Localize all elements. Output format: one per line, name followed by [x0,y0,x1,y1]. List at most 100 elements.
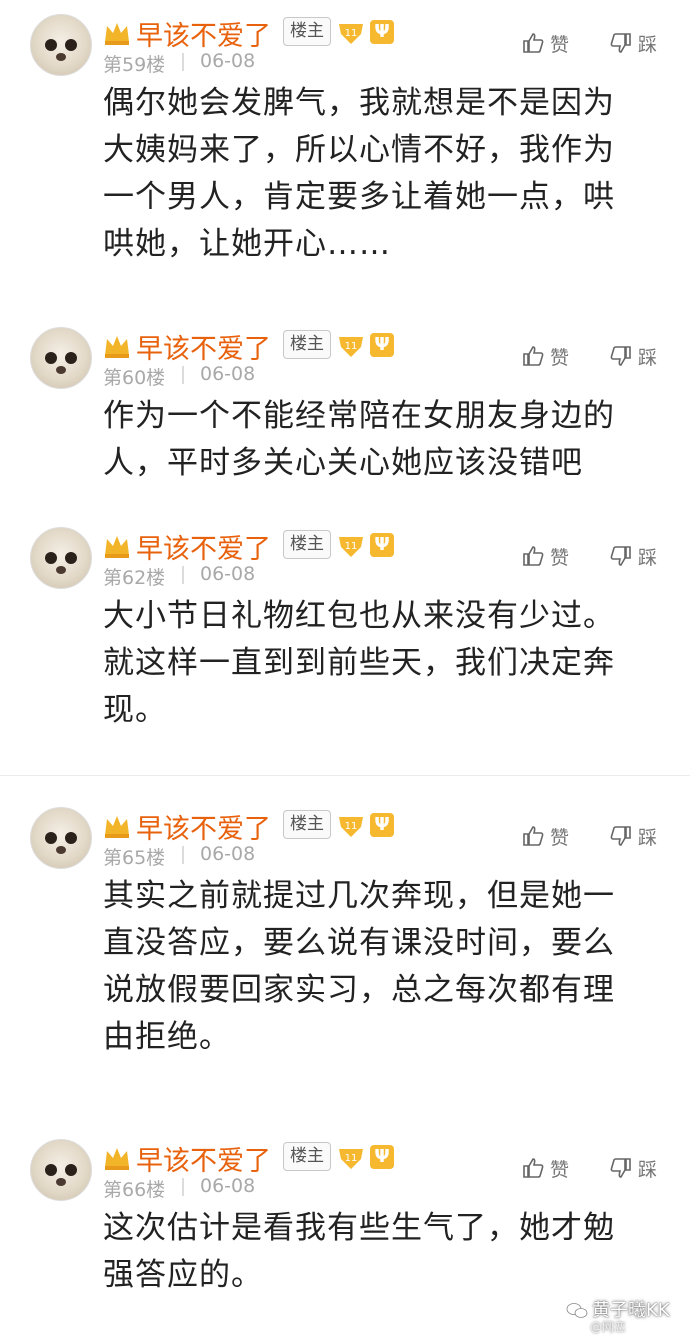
post-date: 06-08 [200,363,256,385]
op-badge: 楼主 [283,17,331,46]
like-label: 赞 [550,826,570,849]
content-line: 人，平时多关心关心她应该没错吧 [103,445,583,481]
content-line: 强答应的。 [103,1257,263,1293]
dislike-button[interactable]: 踩 [610,30,657,56]
crown-icon [105,23,129,45]
level-badge-icon: 11 [339,1149,363,1169]
like-label: 赞 [550,346,570,369]
section-divider [0,775,690,776]
crown-icon [105,816,129,838]
content-line: 偶尔她会发脾气，我就想是不是因为 [103,85,615,121]
post-65: 早该不爱了 楼主 11 Ψ 第65楼 06-08 赞 踩 其实之前就提过几次奔现… [0,793,690,1113]
username[interactable]: 早该不爱了 [136,14,271,53]
op-badge: 楼主 [283,1142,331,1171]
like-button[interactable]: 赞 [522,1155,569,1181]
svg-text:11: 11 [345,28,358,39]
svg-text:11: 11 [345,821,358,832]
content-line: 大小节日礼物红包也从来没有少过。 [103,598,615,634]
floor-number: 第60楼 [103,367,166,389]
dislike-label: 踩 [638,826,658,849]
floor-number: 第59楼 [103,54,166,76]
thumbs-down-icon [610,546,631,566]
thumbs-down-icon [610,1158,631,1178]
thumbs-up-icon [523,33,544,53]
crown-icon [105,536,129,558]
dislike-button[interactable]: 踩 [610,823,657,849]
content-line: 哄她，让她开心…… [103,226,391,262]
vip-icon: Ψ [370,333,394,357]
post-content: 这次估计是看我有些生气了，她才勉 强答应的。 [103,1205,663,1299]
post-60: 早该不爱了 楼主 11 Ψ 第60楼 06-08 赞 踩 作为一个不能经常陪在女… [0,313,690,513]
op-badge: 楼主 [283,810,331,839]
like-button[interactable]: 赞 [522,30,569,56]
avatar[interactable] [30,527,92,589]
floor-number: 第62楼 [103,567,166,589]
dislike-label: 踩 [638,546,658,569]
like-button[interactable]: 赞 [522,343,569,369]
vip-icon: Ψ [370,813,394,837]
avatar[interactable] [30,1139,92,1201]
post-content: 偶尔她会发脾气，我就想是不是因为 大姨妈来了，所以心情不好，我作为 一个男人，肯… [103,80,663,268]
content-line: 一个男人，肯定要多让着她一点，哄 [103,179,615,215]
post-date: 06-08 [200,50,256,72]
thumbs-up-icon [523,826,544,846]
avatar[interactable] [30,14,92,76]
post-date: 06-08 [200,563,256,585]
like-label: 赞 [550,546,570,569]
floor-number: 第66楼 [103,1179,166,1201]
post-content: 大小节日礼物红包也从来没有少过。 就这样一直到到前些天，我们决定奔 现。 [103,593,663,734]
vip-icon: Ψ [370,533,394,557]
op-badge: 楼主 [283,530,331,559]
username[interactable]: 早该不爱了 [136,1139,271,1178]
content-line: 现。 [103,692,167,728]
like-button[interactable]: 赞 [522,823,569,849]
thumbs-down-icon [610,33,631,53]
content-line: 说放假要回家实习，总之每次都有理 [103,972,615,1008]
floor-number: 第65楼 [103,847,166,869]
post-content: 作为一个不能经常陪在女朋友身边的 人，平时多关心关心她应该没错吧 [103,393,663,487]
level-badge-icon: 11 [339,537,363,557]
post-59: 早该不爱了 楼主 11 Ψ 第59楼 06-08 赞 踩 偶尔她会发脾气，我就想… [0,0,690,310]
dislike-label: 踩 [638,1158,658,1181]
crown-icon [105,1148,129,1170]
avatar[interactable] [30,327,92,389]
level-badge-icon: 11 [339,817,363,837]
content-line: 这次估计是看我有些生气了，她才勉 [103,1210,615,1246]
dislike-label: 踩 [638,33,658,56]
post-content: 其实之前就提过几次奔现，但是她一 直没答应，要么说有课没时间，要么 说放假要回家… [103,873,663,1061]
username[interactable]: 早该不爱了 [136,327,271,366]
post-date: 06-08 [200,1175,256,1197]
avatar[interactable] [30,807,92,869]
meta-divider [182,53,184,71]
content-line: 作为一个不能经常陪在女朋友身边的 [103,398,615,434]
like-label: 赞 [550,1158,570,1181]
content-line: 就这样一直到到前些天，我们决定奔 [103,645,615,681]
thumbs-down-icon [610,826,631,846]
like-label: 赞 [550,33,570,56]
dislike-button[interactable]: 踩 [610,543,657,569]
level-badge-icon: 11 [339,24,363,44]
dislike-button[interactable]: 踩 [610,1155,657,1181]
content-line: 直没答应，要么说有课没时间，要么 [103,925,615,961]
op-badge: 楼主 [283,330,331,359]
dislike-label: 踩 [638,346,658,369]
watermark: 黄子曦KK @网恋 [560,1296,670,1334]
svg-text:11: 11 [345,541,358,552]
post-date: 06-08 [200,843,256,865]
thumbs-down-icon [610,346,631,366]
svg-text:11: 11 [345,341,358,352]
crown-icon [105,336,129,358]
username[interactable]: 早该不爱了 [136,807,271,846]
meta-divider [182,1178,184,1196]
watermark-sub: @网恋 [590,1320,627,1334]
username[interactable]: 早该不爱了 [136,527,271,566]
vip-icon: Ψ [370,1145,394,1169]
thumbs-up-icon [523,1158,544,1178]
meta-divider [182,846,184,864]
vip-icon: Ψ [370,20,394,44]
content-line: 大姨妈来了，所以心情不好，我作为 [103,132,615,168]
like-button[interactable]: 赞 [522,543,569,569]
content-line: 其实之前就提过几次奔现，但是她一 [103,878,615,914]
dislike-button[interactable]: 踩 [610,343,657,369]
svg-text:11: 11 [345,1153,358,1164]
